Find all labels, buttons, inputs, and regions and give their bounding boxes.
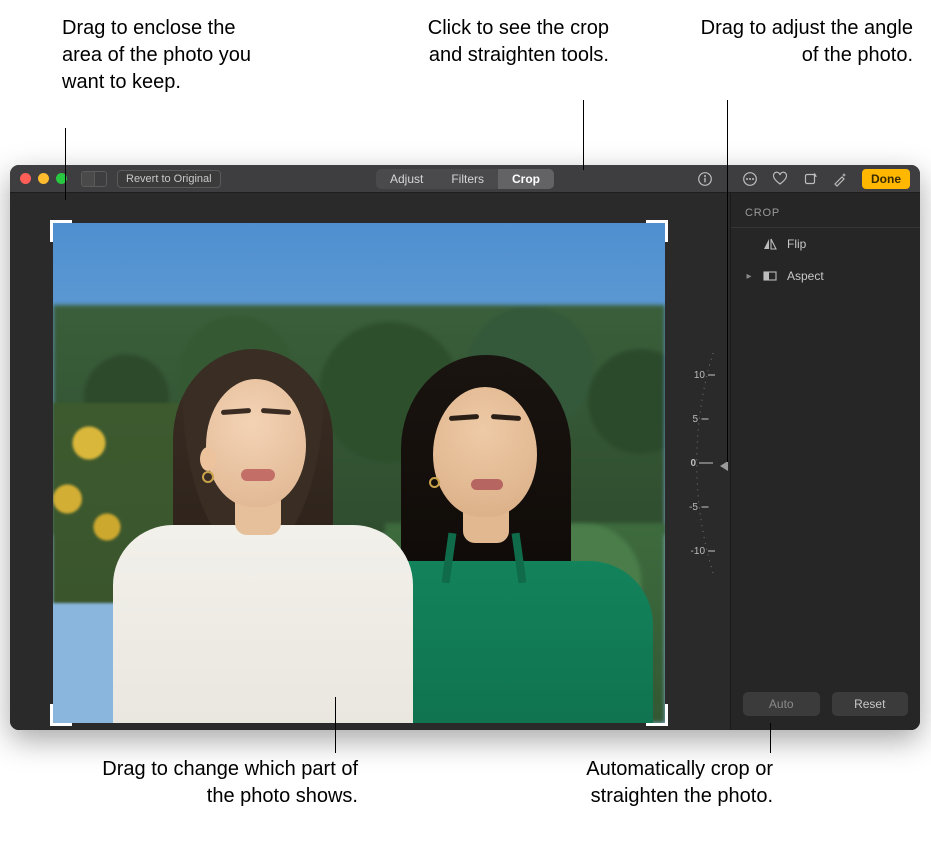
tab-filters[interactable]: Filters xyxy=(437,169,498,189)
photos-edit-window: Revert to Original Adjust Filters Crop xyxy=(10,165,920,730)
spacer xyxy=(745,239,753,250)
flip-row[interactable]: Flip xyxy=(731,228,920,260)
info-icon[interactable] xyxy=(697,171,713,187)
more-icon[interactable] xyxy=(742,171,758,187)
crop-handle-tr[interactable] xyxy=(646,220,668,242)
crop-handle-br[interactable] xyxy=(646,704,668,726)
tab-adjust[interactable]: Adjust xyxy=(376,169,437,189)
callout-line xyxy=(583,100,584,170)
crop-handle-tl[interactable] xyxy=(50,220,72,242)
callout-pan-photo: Drag to change which part of the photo s… xyxy=(78,756,358,810)
rotate-icon[interactable] xyxy=(802,171,818,187)
callout-line xyxy=(65,128,66,200)
window-controls xyxy=(20,173,67,184)
callout-crop-tab: Click to see the crop and straighten too… xyxy=(399,15,609,69)
editor-toolbar: Revert to Original Adjust Filters Crop xyxy=(10,165,920,193)
flip-icon xyxy=(763,238,777,250)
flip-label: Flip xyxy=(787,237,806,251)
revert-to-original-button[interactable]: Revert to Original xyxy=(117,170,221,188)
callout-crop-frame: Drag to enclose the area of the photo yo… xyxy=(62,15,272,96)
compare-toggle[interactable] xyxy=(81,171,107,187)
callout-line xyxy=(770,723,771,753)
callout-auto: Automatically crop or straighten the pho… xyxy=(493,756,773,810)
toolbar-right-tools: Done xyxy=(697,169,910,189)
angle-indicator-icon xyxy=(720,461,728,471)
close-window-button[interactable] xyxy=(20,173,31,184)
callout-line xyxy=(335,697,336,753)
reset-button[interactable]: Reset xyxy=(832,692,909,716)
chevron-right-icon: ▸ xyxy=(745,271,753,282)
auto-enhance-icon[interactable] xyxy=(832,171,848,187)
aspect-row[interactable]: ▸ Aspect xyxy=(731,260,920,292)
aspect-label: Aspect xyxy=(787,269,824,283)
callout-line xyxy=(727,100,728,462)
tab-crop[interactable]: Crop xyxy=(498,169,554,189)
sidebar-title: CROP xyxy=(731,193,920,228)
minimize-window-button[interactable] xyxy=(38,173,49,184)
crop-frame[interactable] xyxy=(53,223,665,723)
auto-button[interactable]: Auto xyxy=(743,692,820,716)
photo-preview[interactable] xyxy=(53,223,665,723)
aspect-icon xyxy=(763,270,777,282)
edit-mode-tabs: Adjust Filters Crop xyxy=(376,169,554,189)
crop-handle-bl[interactable] xyxy=(50,704,72,726)
edit-canvas xyxy=(10,193,730,730)
callout-angle: Drag to adjust the angle of the photo. xyxy=(693,15,913,69)
done-button[interactable]: Done xyxy=(862,169,910,189)
sidebar-footer: Auto Reset xyxy=(731,692,920,730)
favorite-icon[interactable] xyxy=(772,171,788,187)
crop-sidebar: CROP Flip ▸ Aspect Auto Reset xyxy=(730,193,920,730)
